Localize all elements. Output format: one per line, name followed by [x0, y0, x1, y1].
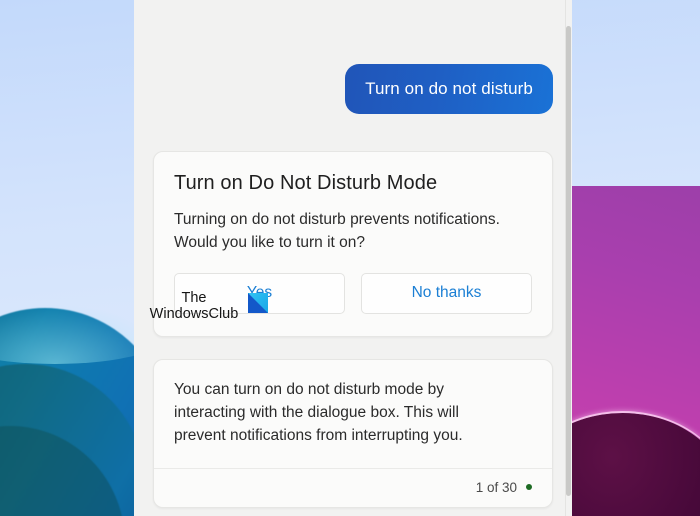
wallpaper-left-bloom — [0, 286, 150, 516]
adaptive-card: Turn on Do Not Disturb Mode Turning on d… — [153, 151, 553, 337]
yes-button[interactable]: Yes — [174, 272, 345, 314]
panel-scrollbar-track[interactable] — [565, 0, 572, 516]
adaptive-card-title: Turn on Do Not Disturb Mode — [174, 172, 438, 195]
assistant-message-footer: 1 of 30 — [154, 467, 552, 507]
assistant-message-text: You can turn on do not disturb mode by i… — [174, 380, 463, 445]
bloom-petal-sheen — [0, 304, 150, 364]
status-dot-icon — [526, 484, 532, 491]
adaptive-card-body: Turning on do not disturb prevents notif… — [174, 211, 500, 252]
chat-panel: Turn on do not disturb Turn on Do Not Di… — [134, 0, 572, 516]
user-message-bubble: Turn on do not disturb — [345, 64, 553, 115]
response-counter: 1 of 30 — [475, 479, 517, 495]
user-message-row: Turn on do not disturb — [153, 0, 553, 115]
assistant-message-bubble: You can turn on do not disturb mode by i… — [153, 358, 553, 508]
no-thanks-button[interactable]: No thanks — [361, 272, 532, 314]
screen: Turn on do not disturb Turn on Do Not Di… — [0, 0, 700, 516]
panel-scrollbar-thumb[interactable] — [566, 26, 571, 496]
chat-message-list: Turn on do not disturb Turn on Do Not Di… — [134, 0, 572, 516]
adaptive-card-actions: Yes No thanks — [174, 272, 532, 314]
